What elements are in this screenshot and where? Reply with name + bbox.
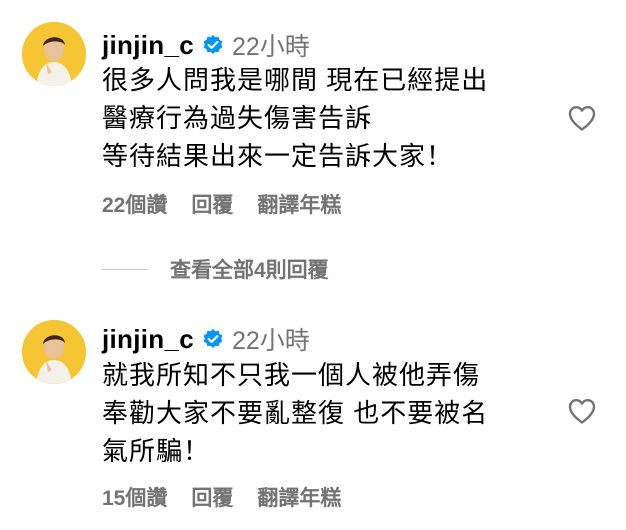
- comment-line: 等待結果出來一定告訴大家！: [102, 141, 454, 171]
- view-replies-label[interactable]: 查看全部4則回覆: [170, 254, 329, 284]
- comment-timestamp[interactable]: 22小時: [232, 27, 310, 63]
- comment-body: 就我所知不只我一個人被他弄傷 奉勸大家不要亂整復 也不要被名 氣所騙！: [102, 356, 552, 470]
- comment-body: 很多人問我是哪間 現在已經提出 醫療行為過失傷害告訴 等待結果出來一定告訴大家！: [102, 61, 552, 175]
- comment-line: 氣所騙！: [102, 436, 211, 466]
- heart-outline-icon[interactable]: [567, 397, 597, 425]
- username[interactable]: jinjin_c: [102, 324, 194, 355]
- comment-header: jinjin_c 22小時: [102, 28, 310, 62]
- view-replies-button[interactable]: 查看全部4則回覆: [102, 254, 329, 284]
- comment-line: 就我所知不只我一個人被他弄傷: [102, 360, 481, 390]
- verified-badge-icon: [202, 328, 224, 350]
- comment-line: 很多人問我是哪間 現在已經提出: [102, 65, 489, 95]
- likes-count[interactable]: 22個讚: [102, 189, 167, 219]
- heart-outline-icon[interactable]: [567, 104, 597, 132]
- reply-button[interactable]: 回覆: [191, 189, 233, 219]
- translate-button[interactable]: 翻譯年糕: [257, 189, 341, 219]
- comment-actions: 15個讚 回覆 翻譯年糕: [102, 482, 365, 512]
- comment-header: jinjin_c 22小時: [102, 322, 310, 356]
- username[interactable]: jinjin_c: [102, 30, 194, 61]
- comment-actions: 22個讚 回覆 翻譯年糕: [102, 189, 365, 219]
- comment-thread: jinjin_c 22小時 很多人問我是哪間 現在已經提出 醫療行為過失傷害告訴…: [0, 0, 626, 530]
- verified-badge-icon: [202, 34, 224, 56]
- comment-line: 奉勸大家不要亂整復 也不要被名: [102, 398, 489, 428]
- comment-line: 醫療行為過失傷害告訴: [102, 103, 373, 133]
- avatar-image: [22, 320, 86, 384]
- divider-line: [102, 268, 148, 270]
- avatar-image: [22, 22, 86, 86]
- avatar[interactable]: [22, 320, 86, 384]
- reply-button[interactable]: 回覆: [191, 482, 233, 512]
- translate-button[interactable]: 翻譯年糕: [257, 482, 341, 512]
- comment-timestamp[interactable]: 22小時: [232, 321, 310, 357]
- avatar[interactable]: [22, 22, 86, 86]
- likes-count[interactable]: 15個讚: [102, 482, 167, 512]
